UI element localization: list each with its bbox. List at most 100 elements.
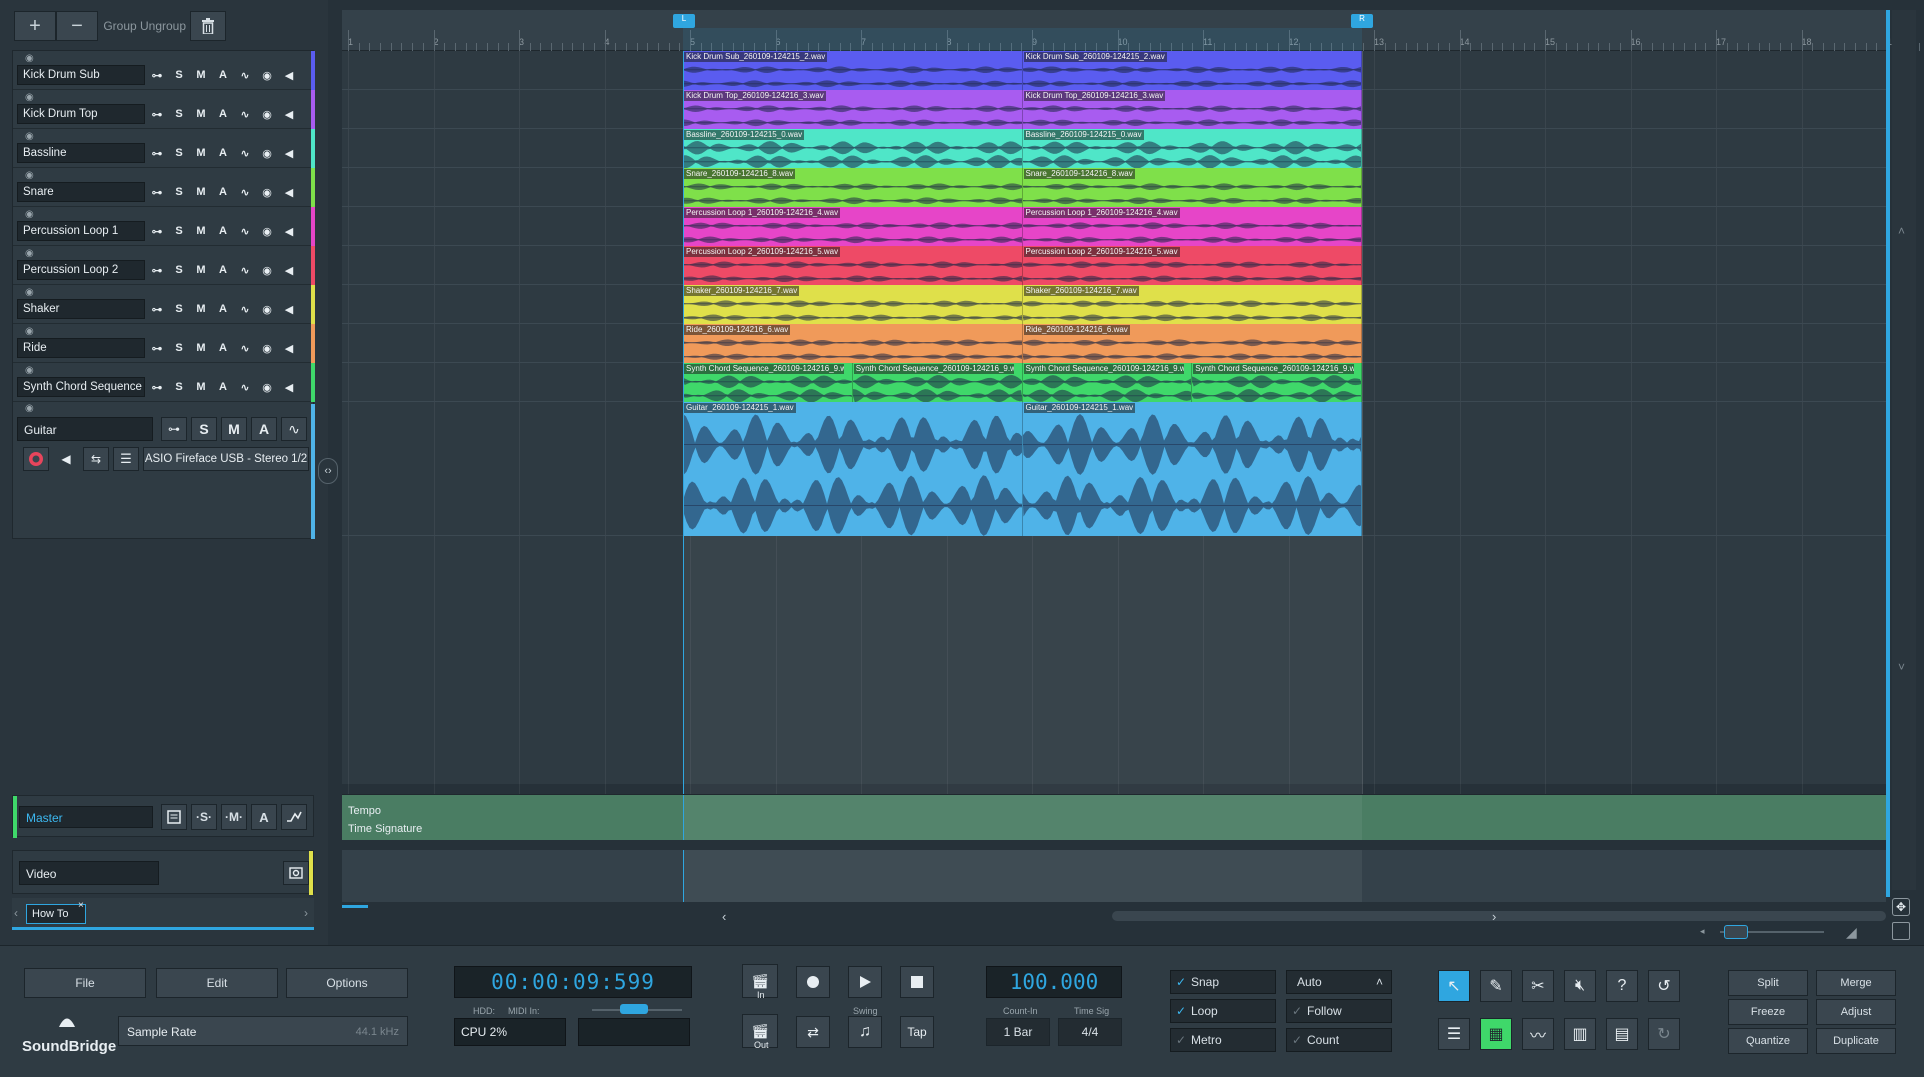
eye-icon[interactable]: ◉ (25, 209, 34, 220)
mute-button[interactable]: M (191, 378, 211, 396)
speaker-icon[interactable]: ◀ (279, 66, 299, 84)
speaker-icon[interactable]: ◀ (279, 105, 299, 123)
solo-button[interactable]: S (169, 183, 189, 201)
record-arm-icon[interactable]: ◉ (257, 222, 277, 240)
tab-scroll-right-icon[interactable]: › (304, 906, 308, 920)
audio-clip[interactable]: Kick Drum Top_260109-124216_3.wav (683, 90, 1023, 129)
track-name[interactable]: Kick Drum Top (17, 104, 145, 124)
audio-clip[interactable]: Synth Chord Sequence_260109-124216_9.wav (683, 363, 853, 402)
freeze-button[interactable]: Freeze (1728, 999, 1808, 1025)
automation-button[interactable]: A (213, 183, 233, 201)
snap-toggle[interactable]: ✓ Snap (1170, 970, 1276, 994)
route-icon[interactable]: ⊶ (147, 339, 167, 357)
video-name[interactable]: Video (19, 861, 159, 885)
route-icon[interactable]: ⊶ (147, 222, 167, 240)
track-lane[interactable]: Bassline_260109-124215_0.wav Bassline_260… (342, 129, 1886, 168)
mute-button[interactable]: M (191, 183, 211, 201)
audio-clip[interactable]: Percussion Loop 2_260109-124216_5.wav (1022, 246, 1362, 285)
split-button[interactable]: Split (1728, 970, 1808, 996)
route-icon[interactable]: ⊶ (161, 417, 187, 441)
redo-button[interactable]: ↻ (1648, 1018, 1680, 1050)
record-button[interactable] (796, 966, 830, 998)
master-automation-button[interactable]: A (251, 804, 277, 830)
record-arm-icon[interactable]: ◉ (257, 105, 277, 123)
play-button[interactable] (848, 966, 882, 998)
eye-icon[interactable]: ◉ (25, 326, 34, 337)
record-arm-button[interactable] (23, 447, 49, 471)
ungroup-button[interactable]: Ungroup (140, 11, 186, 41)
track-header[interactable]: ◉ Kick Drum Top ⊶ S M A ∿ ◉ ◀ (13, 90, 315, 129)
mute-button[interactable]: M (191, 261, 211, 279)
audio-clip[interactable]: Synth Chord Sequence_260109-124216_9.wav (1022, 363, 1193, 402)
eye-icon[interactable]: ◉ (25, 287, 34, 298)
audio-clip[interactable]: Guitar_260109-124215_1.wav (1022, 402, 1362, 536)
mixer-view-button[interactable]: ▥ (1564, 1018, 1596, 1050)
arrange-view-button[interactable]: ▦ (1480, 1018, 1512, 1050)
audio-clip[interactable]: Snare_260109-124216_8.wav (1022, 168, 1362, 207)
file-menu-button[interactable]: File (24, 968, 146, 998)
track-name[interactable]: Percussion Loop 1 (17, 221, 145, 241)
speaker-icon[interactable]: ◀ (279, 300, 299, 318)
pencil-tool-button[interactable]: ✎ (1480, 970, 1512, 1002)
remove-track-button[interactable]: − (56, 11, 98, 41)
metro-toggle[interactable]: ✓ Metro (1170, 1028, 1276, 1052)
mute-button[interactable]: M (191, 222, 211, 240)
audio-clip[interactable]: Ride_260109-124216_6.wav (1022, 324, 1362, 363)
solo-button[interactable]: S (191, 417, 217, 441)
mute-button[interactable]: M (191, 105, 211, 123)
audio-input-select[interactable]: ASIO Fireface USB - Stereo 1/2 (143, 447, 309, 471)
track-header[interactable]: ◉ Snare ⊶ S M A ∿ ◉ ◀ (13, 168, 315, 207)
automation-button[interactable]: A (213, 378, 233, 396)
undo-button[interactable]: ↺ (1648, 970, 1680, 1002)
duplicate-button[interactable]: Duplicate (1816, 1028, 1896, 1054)
track-lane[interactable]: Snare_260109-124216_8.wav Snare_260109-12… (342, 168, 1886, 207)
loop-end-marker[interactable]: R (1351, 14, 1373, 28)
follow-toggle[interactable]: ✓ Follow (1286, 999, 1392, 1023)
track-lane-guitar[interactable]: Guitar_260109-124215_1.wav Guitar_260109-… (342, 402, 1886, 536)
speaker-icon[interactable]: ◀ (279, 222, 299, 240)
audio-clip[interactable]: Bassline_260109-124215_0.wav (683, 129, 1023, 168)
time-display[interactable]: 00:00:09:599 (454, 966, 692, 998)
track-header[interactable]: ◉ Shaker ⊶ S M A ∿ ◉ ◀ (13, 285, 315, 324)
scroll-down-icon[interactable]: ˅ (1898, 660, 1905, 674)
audio-clip[interactable]: Shaker_260109-124216_7.wav (1022, 285, 1362, 324)
track-lane[interactable]: Kick Drum Top_260109-124216_3.wav Kick Dr… (342, 90, 1886, 129)
curve-icon[interactable]: ∿ (281, 417, 307, 441)
curve-icon[interactable]: ∿ (235, 66, 255, 84)
arrange-view[interactable]: 12345678910111213141516171819LR Kick Dru… (342, 10, 1921, 925)
eye-icon[interactable]: ◉ (25, 365, 34, 376)
speaker-icon[interactable]: ◀ (279, 261, 299, 279)
mute-tool-button[interactable]: 🔇︎ (1564, 970, 1596, 1002)
timeline-ruler[interactable]: 12345678910111213141516171819LR (342, 10, 1921, 51)
mute-button[interactable]: M (191, 339, 211, 357)
monitor-speaker-icon[interactable]: ◀ (53, 447, 79, 471)
master-name[interactable]: Master (19, 806, 153, 828)
route-icon[interactable]: ⊶ (147, 261, 167, 279)
metronome-note-button[interactable]: ♫ (848, 1016, 882, 1048)
split-tool-button[interactable]: ✂ (1522, 970, 1554, 1002)
automation-button[interactable]: A (213, 261, 233, 279)
master-curve-icon[interactable] (281, 804, 307, 830)
solo-button[interactable]: S (169, 339, 189, 357)
record-arm-icon[interactable]: ◉ (257, 183, 277, 201)
record-arm-icon[interactable]: ◉ (257, 378, 277, 396)
track-header[interactable]: ◉ Bassline ⊶ S M A ∿ ◉ ◀ (13, 129, 315, 168)
speaker-icon[interactable]: ◀ (279, 339, 299, 357)
track-header[interactable]: ◉ Percussion Loop 2 ⊶ S M A ∿ ◉ ◀ (13, 246, 315, 285)
scroll-left-icon[interactable]: ‹ (722, 909, 726, 924)
edit-menu-button[interactable]: Edit (156, 968, 278, 998)
automation-button[interactable]: A (213, 300, 233, 318)
loop-region[interactable] (683, 28, 1362, 51)
horizontal-scrollbar[interactable]: ‹ › (342, 905, 1886, 925)
automation-button[interactable]: A (251, 417, 277, 441)
tap-tempo-button[interactable]: Tap (900, 1016, 934, 1048)
loop-toggle[interactable]: ✓ Loop (1170, 999, 1276, 1023)
solo-button[interactable]: S (169, 144, 189, 162)
track-name[interactable]: Shaker (17, 299, 145, 319)
track-name[interactable]: Kick Drum Sub (17, 65, 145, 85)
record-arm-icon[interactable]: ◉ (257, 66, 277, 84)
curve-icon[interactable]: ∿ (235, 300, 255, 318)
zoom-in-icon[interactable]: ◢ (1846, 924, 1857, 941)
track-name[interactable]: Synth Chord Sequence (17, 377, 145, 397)
route-icon[interactable]: ⊶ (147, 144, 167, 162)
